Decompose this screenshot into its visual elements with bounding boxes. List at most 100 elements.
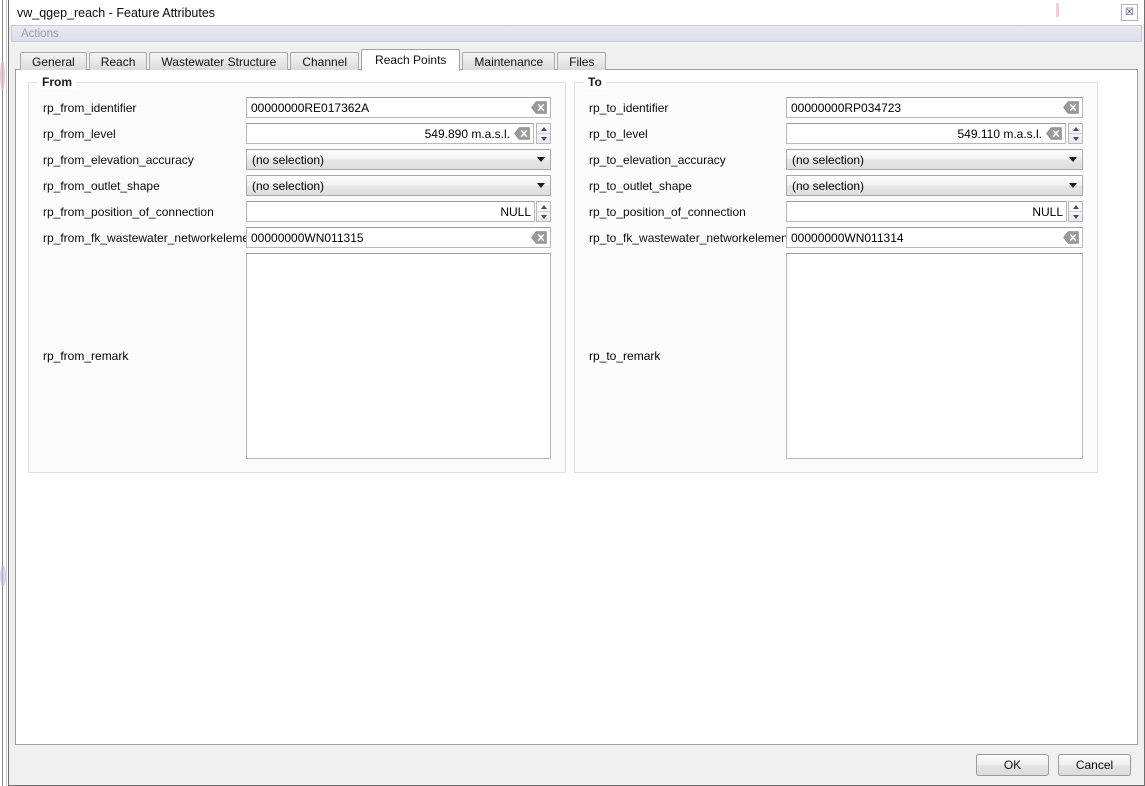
tab-wastewater-structure[interactable]: Wastewater Structure <box>149 52 289 70</box>
tab-files[interactable]: Files <box>557 52 607 70</box>
combo-rp_to_elevation_accuracy[interactable]: (no selection) <box>786 149 1083 170</box>
from-remark-textarea[interactable] <box>246 253 551 459</box>
field-value: 00000000WN011314 <box>791 230 904 245</box>
clear-value-icon[interactable] <box>531 231 547 244</box>
combo-rp_from_outlet_shape[interactable]: (no selection) <box>246 175 551 196</box>
combo-value: (no selection) <box>252 178 325 193</box>
clear-value-icon[interactable] <box>514 127 530 140</box>
control-wrap: 00000000RP034723 <box>786 97 1083 118</box>
dialog-button-bar: OK Cancel <box>9 745 1144 785</box>
label-rp_from_fk_wastewater_networkelement: rp_from_fk_wastewater_networkelement <box>43 230 260 245</box>
field-value: 00000000WN011315 <box>251 230 364 245</box>
clear-value-icon[interactable] <box>1063 101 1079 114</box>
field-row: rp_to_position_of_connection NULL <box>589 201 1083 222</box>
label-rp_to_identifier: rp_to_identifier <box>589 100 669 115</box>
tab-container: General Reach Wastewater Structure Channel R… <box>15 48 1138 745</box>
field-value: NULL <box>500 204 531 219</box>
field-value: 00000000RE017362A <box>251 100 370 115</box>
clear-value-icon[interactable] <box>1063 231 1079 244</box>
from-remark-row: rp_from_remark <box>43 253 551 459</box>
input-rp_to_identifier[interactable]: 00000000RP034723 <box>786 97 1083 118</box>
background-artifact-bottom <box>0 565 6 587</box>
spinner-up-icon[interactable] <box>1069 124 1082 134</box>
input-rp_from_fk_wastewater_networkelement[interactable]: 00000000WN011315 <box>246 227 551 248</box>
cancel-button[interactable]: Cancel <box>1058 754 1131 776</box>
from-group: From rp_from_identifier 00000000RE017362A… <box>28 75 566 473</box>
label-rp_from_level: rp_from_level <box>43 126 116 141</box>
spinner-down-icon[interactable] <box>537 134 550 143</box>
control-wrap: NULL <box>246 201 551 222</box>
spinner-buttons[interactable] <box>1068 123 1083 144</box>
field-row: rp_from_position_of_connection NULL <box>43 201 551 222</box>
spinner-down-icon[interactable] <box>1069 134 1082 143</box>
actions-label: Actions <box>21 27 59 40</box>
field-value: NULL <box>1032 204 1063 219</box>
label-rp_to_fk_wastewater_networkelement: rp_to_fk_wastewater_networkelement <box>589 230 792 245</box>
field-row: rp_to_fk_wastewater_networkelement 000000… <box>589 227 1083 248</box>
title-bar: vw_qgep_reach - Feature Attributes ☒ <box>9 0 1144 25</box>
combo-rp_to_outlet_shape[interactable]: (no selection) <box>786 175 1083 196</box>
combo-value: (no selection) <box>792 178 865 193</box>
clear-value-icon[interactable] <box>1046 127 1062 140</box>
chevron-down-icon[interactable] <box>532 183 550 188</box>
spinner-down-icon[interactable] <box>537 212 550 221</box>
field-row: rp_to_elevation_accuracy (no selection) <box>589 149 1083 170</box>
control-wrap: (no selection) <box>786 149 1083 170</box>
tab-reach-points[interactable]: Reach Points <box>361 49 461 71</box>
control-wrap: (no selection) <box>246 175 551 196</box>
combo-rp_from_elevation_accuracy[interactable]: (no selection) <box>246 149 551 170</box>
spinner-buttons[interactable] <box>536 123 551 144</box>
field-row: rp_from_level 549.890 m.a.s.l. <box>43 123 551 144</box>
input-rp_from_identifier[interactable]: 00000000RE017362A <box>246 97 551 118</box>
close-icon[interactable]: ☒ <box>1121 4 1138 21</box>
field-row: rp_to_level 549.110 m.a.s.l. <box>589 123 1083 144</box>
spinner-up-icon[interactable] <box>537 202 550 212</box>
spinner-down-icon[interactable] <box>1069 212 1082 221</box>
input-rp_to_fk_wastewater_networkelement[interactable]: 00000000WN011314 <box>786 227 1083 248</box>
from-group-title: From <box>38 75 76 89</box>
spinner-buttons[interactable] <box>536 201 551 222</box>
input-rp_to_position_of_connection[interactable]: NULL <box>786 201 1067 222</box>
field-value: 549.110 m.a.s.l. <box>957 126 1043 141</box>
spinner-buttons[interactable] <box>1068 201 1083 222</box>
tab-page-reach-points: From rp_from_identifier 00000000RE017362A… <box>15 69 1138 745</box>
label-rp_from_outlet_shape: rp_from_outlet_shape <box>43 178 160 193</box>
field-value: 549.890 m.a.s.l. <box>424 126 510 141</box>
field-row: rp_from_fk_wastewater_networkelement 0000… <box>43 227 551 248</box>
input-rp_from_level[interactable]: 549.890 m.a.s.l. <box>246 123 534 144</box>
chevron-down-icon[interactable] <box>1064 157 1082 162</box>
field-row: rp_to_identifier 00000000RP034723 <box>589 97 1083 118</box>
tab-general[interactable]: General <box>20 52 87 70</box>
label-rp_to_outlet_shape: rp_to_outlet_shape <box>589 178 692 193</box>
tab-channel[interactable]: Channel <box>290 52 360 70</box>
to-remark-label: rp_to_remark <box>589 349 661 363</box>
field-row: rp_from_identifier 00000000RE017362A <box>43 97 551 118</box>
field-row: rp_from_outlet_shape (no selection) <box>43 175 551 196</box>
label-rp_from_elevation_accuracy: rp_from_elevation_accuracy <box>43 152 194 167</box>
tab-bar: General Reach Wastewater Structure Channel R… <box>15 48 1138 71</box>
control-wrap: 549.890 m.a.s.l. <box>246 123 551 144</box>
to-remark-textarea[interactable] <box>786 253 1083 459</box>
tab-reach[interactable]: Reach <box>88 52 148 70</box>
chevron-down-icon[interactable] <box>1064 183 1082 188</box>
actions-bar[interactable]: Actions <box>11 25 1142 42</box>
spinner-up-icon[interactable] <box>1069 202 1082 212</box>
control-wrap: 00000000RE017362A <box>246 97 551 118</box>
title-bar-artifact <box>1056 3 1059 17</box>
chevron-down-icon[interactable] <box>532 157 550 162</box>
feature-attributes-dialog: vw_qgep_reach - Feature Attributes ☒ Act… <box>8 0 1145 786</box>
to-group: To rp_to_identifier 00000000RP034723 rp_to… <box>574 75 1098 473</box>
input-rp_from_position_of_connection[interactable]: NULL <box>246 201 535 222</box>
field-row: rp_from_elevation_accuracy (no selection) <box>43 149 551 170</box>
to-remark-row: rp_to_remark <box>589 253 1083 459</box>
to-fields: rp_to_identifier 00000000RP034723 rp_to_le… <box>589 97 1083 248</box>
field-row: rp_to_outlet_shape (no selection) <box>589 175 1083 196</box>
reach-points-columns: From rp_from_identifier 00000000RE017362A… <box>28 75 1125 473</box>
clear-value-icon[interactable] <box>531 101 547 114</box>
input-rp_to_level[interactable]: 549.110 m.a.s.l. <box>786 123 1066 144</box>
ok-button[interactable]: OK <box>976 754 1049 776</box>
window-title: vw_qgep_reach - Feature Attributes <box>17 5 216 20</box>
spinner-up-icon[interactable] <box>537 124 550 134</box>
control-wrap: (no selection) <box>786 175 1083 196</box>
tab-maintenance[interactable]: Maintenance <box>462 52 556 70</box>
